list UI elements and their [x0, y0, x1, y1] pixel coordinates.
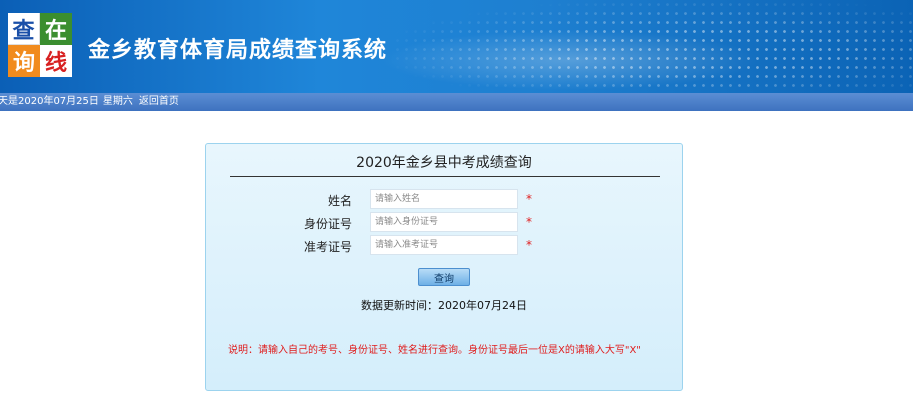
name-input[interactable] — [370, 189, 518, 209]
title-divider — [230, 176, 660, 177]
id-number-label: 身份证号 — [303, 217, 352, 231]
site-title: 金乡教育体育局成绩查询系统 — [88, 38, 388, 63]
form-title: 2020年金乡县中考成绩查询 — [356, 155, 532, 171]
current-weekday: 星期六 — [102, 96, 133, 107]
name-row: 姓名 * — [206, 189, 682, 211]
status-bar: 天是2020年07月25日 星期六 返回首页 — [0, 93, 913, 111]
logo-char-3: 询 — [8, 45, 40, 77]
instruction-note: 说明：请输入自己的考号、身份证号、姓名进行查询。身份证号最后一位是X的请输入大写… — [228, 345, 641, 356]
data-update-time: 数据更新时间：2020年07月24日 — [361, 299, 527, 312]
header-banner: 查 在 询 线 金乡教育体育局成绩查询系统 — [0, 0, 913, 93]
query-button[interactable]: 查询 — [418, 268, 470, 286]
name-required-mark: * — [526, 192, 532, 206]
home-link[interactable]: 返回首页 — [139, 96, 179, 107]
current-date: 天是2020年07月25日 — [0, 96, 99, 107]
id-number-required-mark: * — [526, 215, 532, 229]
id-number-row: 身份证号 * — [206, 212, 682, 234]
logo-char-4: 线 — [40, 45, 72, 77]
logo-char-1: 查 — [8, 13, 40, 45]
logo-char-2: 在 — [40, 13, 72, 45]
banner-world-map-dots — [393, 0, 913, 93]
exam-number-required-mark: * — [526, 238, 532, 252]
exam-number-label: 准考证号 — [303, 240, 352, 254]
name-label: 姓名 — [327, 194, 352, 208]
query-panel: 2020年金乡县中考成绩查询 姓名 * 身份证号 * 准考证号 * 查询 数据更… — [205, 143, 683, 391]
exam-number-row: 准考证号 * — [206, 235, 682, 257]
exam-number-input[interactable] — [370, 235, 518, 255]
site-logo: 查 在 询 线 — [8, 13, 72, 77]
id-number-input[interactable] — [370, 212, 518, 232]
